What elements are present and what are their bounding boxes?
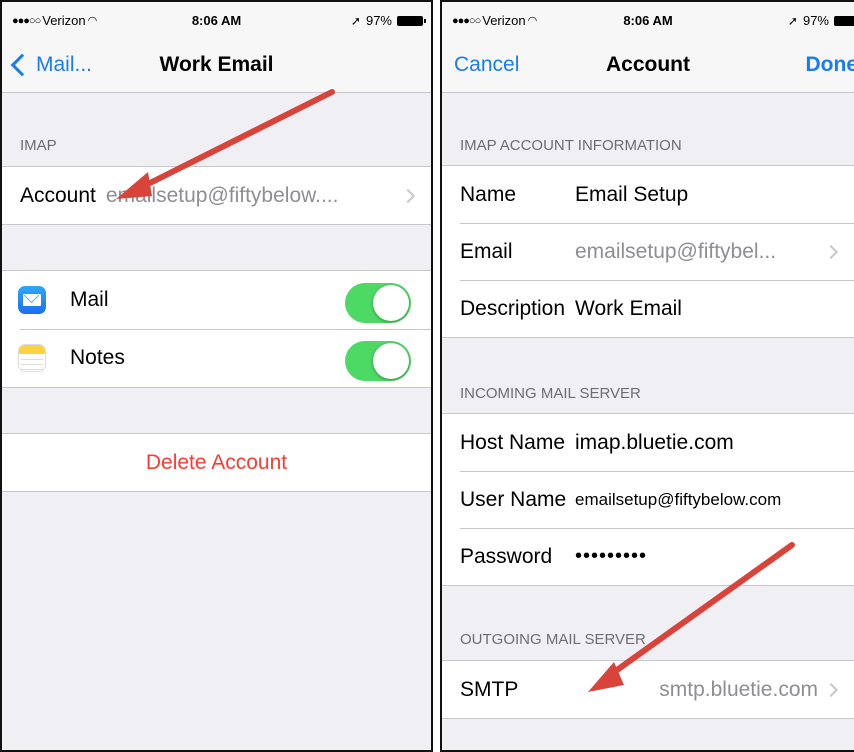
password-value: ••••••••• [575,545,648,567]
user-name-label: User Name [460,487,567,511]
cancel-button[interactable]: Cancel [454,53,519,77]
status-time: 8:06 AM [191,13,242,28]
status-bar: ●●●○○ Verizon ◠ 8:06 AM ➚ 97% [442,2,854,40]
battery-percent: 97% [365,13,392,28]
smtp-value: smtp.bluetie.com [659,677,818,701]
delete-group: Delete Account [2,433,431,492]
status-bar: ●●●○○ Verizon ◠ 8:06 AM ➚ 97% [2,2,431,40]
host-name-value: imap.bluetie.com [575,430,734,454]
host-name-row[interactable]: Host Name imap.bluetie.com [442,414,854,471]
signal-dots-icon: ●●●○○ [12,14,41,27]
mail-icon [18,286,46,314]
notes-toggle[interactable] [345,341,411,381]
done-button[interactable]: Done [806,53,854,77]
name-label: Name [460,182,517,206]
delete-account-button[interactable]: Delete Account [2,434,431,491]
email-row[interactable]: Email emailsetup@fiftybel... [442,223,854,280]
carrier-label: Verizon [42,13,86,28]
description-value: Work Email [575,296,682,320]
password-label: Password [460,544,553,568]
battery-percent: 97% [802,13,829,28]
account-group: Account emailsetup@fiftybelow.... [2,166,431,225]
back-button-label: Mail... [36,53,93,76]
host-name-label: Host Name [460,430,566,454]
wifi-icon: ◠ [527,15,538,27]
left-phone-screen: ●●●○○ Verizon ◠ 8:06 AM ➚ 97% Mail... Wo… [0,0,433,752]
status-time: 8:06 AM [623,13,673,28]
email-label: Email [460,239,513,263]
page-title: Account [606,53,690,76]
smtp-row[interactable]: SMTP smtp.bluetie.com [442,661,854,718]
chevron-right-icon [400,188,416,204]
signal-dots-icon: ●●●○○ [452,14,481,27]
outgoing-mail-server-header: OUTGOING MAIL SERVER [460,631,646,648]
app-label-mail: Mail [70,288,109,311]
outgoing-server-group: SMTP smtp.bluetie.com [442,660,854,719]
name-row[interactable]: Name Email Setup [442,166,854,223]
account-info-group: Name Email Setup Email emailsetup@fiftyb… [442,165,854,338]
account-row[interactable]: Account emailsetup@fiftybelow.... [2,167,431,224]
account-label: Account [20,183,96,207]
user-name-value: emailsetup@fiftybelow.com [575,489,782,509]
smtp-label: SMTP [460,677,519,701]
navigation-bar: Cancel Account Done [442,40,854,93]
name-value: Email Setup [575,182,689,206]
app-row-notes: Notes [2,329,431,387]
imap-section-header: IMAP [20,137,57,154]
app-row-mail: Mail [2,271,431,329]
account-value: emailsetup@fiftybelow.... [105,183,339,207]
navigation-bar: Mail... Work Email [2,40,431,93]
apps-group: Mail Notes [2,270,431,388]
description-row[interactable]: Description Work Email [442,280,854,337]
back-button[interactable]: Mail... [10,53,92,77]
wifi-icon: ◠ [87,15,98,27]
imap-account-info-header: IMAP ACCOUNT INFORMATION [460,137,682,154]
battery-icon [397,15,426,26]
chevron-right-icon [823,244,839,260]
email-value: emailsetup@fiftybel... [575,239,777,263]
notes-icon [18,344,46,372]
delete-account-label: Delete Account [145,450,288,474]
password-row[interactable]: Password ••••••••• [442,528,854,585]
right-phone-screen: ●●●○○ Verizon ◠ 8:06 AM ➚ 97% Cancel Acc… [440,0,854,752]
mail-toggle[interactable] [345,283,411,323]
battery-icon [834,15,854,26]
user-name-row[interactable]: User Name emailsetup@fiftybelow.com [442,471,854,528]
chevron-left-icon [10,53,34,77]
description-label: Description [460,296,566,320]
chevron-right-icon [823,682,839,698]
carrier-label: Verizon [482,13,526,28]
location-arrow-icon: ➚ [787,13,798,28]
location-arrow-icon: ➚ [350,13,361,28]
app-label-notes: Notes [70,346,125,369]
incoming-mail-server-header: INCOMING MAIL SERVER [460,385,641,402]
incoming-server-group: Host Name imap.bluetie.com User Name ema… [442,413,854,586]
page-title: Work Email [159,53,274,76]
